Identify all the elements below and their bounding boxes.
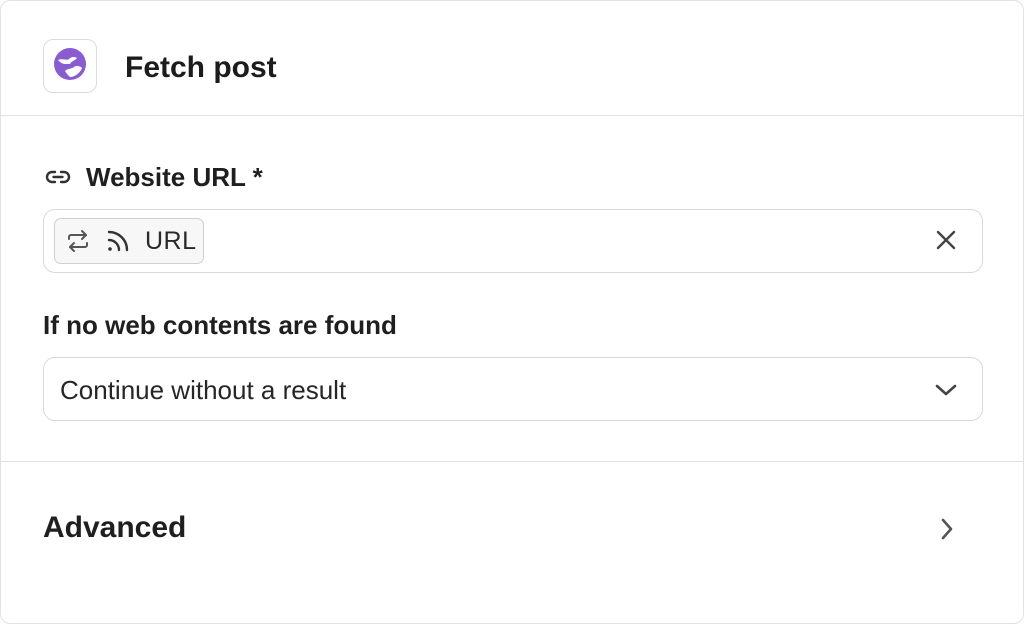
- url-variable-chip[interactable]: URL: [54, 218, 204, 264]
- link-icon: [44, 163, 72, 191]
- fetch-post-panel: Fetch post Website URL * URL If no web c…: [0, 0, 1024, 624]
- repeat-icon: [65, 228, 91, 254]
- no-content-label: If no web contents are found: [43, 310, 397, 340]
- no-content-selected-value: Continue without a result: [60, 375, 347, 405]
- website-url-label: Website URL *: [86, 161, 263, 192]
- chevron-down-icon: [932, 376, 960, 404]
- advanced-section-toggle[interactable]: Advanced: [1, 491, 1023, 567]
- close-icon: [935, 229, 957, 256]
- advanced-label: Advanced: [43, 511, 187, 544]
- page-title: Fetch post: [125, 51, 277, 84]
- panel-header: Fetch post: [1, 1, 1023, 116]
- rss-icon: [105, 228, 131, 254]
- chevron-right-icon: [931, 513, 963, 545]
- website-url-label-row: Website URL *: [44, 159, 263, 195]
- url-chip-label: URL: [145, 226, 197, 255]
- globe-icon: [53, 47, 87, 86]
- section-divider: [1, 461, 1023, 462]
- clear-url-button[interactable]: [930, 226, 962, 258]
- website-url-input[interactable]: URL: [43, 209, 983, 273]
- app-icon-tile: [43, 39, 97, 93]
- no-content-select[interactable]: Continue without a result: [43, 357, 983, 421]
